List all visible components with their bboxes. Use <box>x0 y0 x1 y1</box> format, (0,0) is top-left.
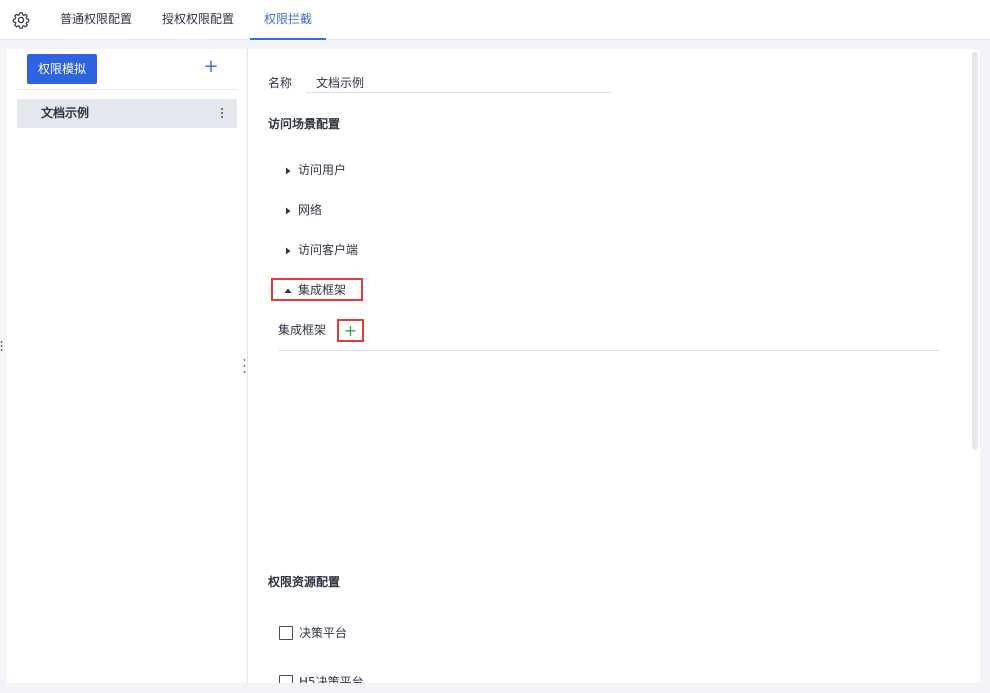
caret-right-icon <box>286 247 291 254</box>
plus-icon[interactable]: + <box>203 57 219 77</box>
name-input-underline <box>306 92 611 93</box>
checkbox[interactable] <box>279 625 293 640</box>
resource-checkbox-h5-decision-platform[interactable]: H5决策平台 <box>279 673 364 683</box>
checkbox[interactable] <box>279 674 293 683</box>
collapse-handle-icon[interactable] <box>0 340 3 352</box>
list-item-label: 文档示例 <box>41 106 90 120</box>
tab-grant-permission[interactable]: 授权权限配置 <box>162 0 234 40</box>
add-framework-button[interactable]: + <box>337 319 364 342</box>
tree-item-label: 访问用户 <box>298 163 347 177</box>
divider <box>278 350 940 351</box>
divider <box>17 89 237 90</box>
tree-item-access-client[interactable]: 访问客户端 <box>284 240 358 260</box>
tree-item-label: 网络 <box>298 203 323 217</box>
name-input[interactable]: 文档示例 <box>316 74 364 91</box>
caret-right-icon <box>286 167 291 174</box>
more-vertical-icon[interactable] <box>220 107 224 119</box>
list-item[interactable]: 文档示例 <box>17 99 237 128</box>
scene-config-title: 访问场景配置 <box>268 117 341 131</box>
tree-item-access-user[interactable]: 访问用户 <box>284 160 346 180</box>
name-label: 名称 <box>268 76 293 90</box>
tab-permission-intercept[interactable]: 权限拦截 <box>250 0 327 40</box>
gear-icon[interactable] <box>12 11 30 29</box>
left-panel: 权限模拟 + 文档示例 <box>7 49 247 683</box>
resource-checkbox-decision-platform[interactable]: 决策平台 <box>279 624 347 640</box>
checkbox-label: 决策平台 <box>299 626 348 640</box>
tree-item-network[interactable]: 网络 <box>284 200 322 220</box>
resource-config-title: 权限资源配置 <box>268 575 341 589</box>
top-tab-bar: 普通权限配置 授权权限配置 权限拦截 <box>0 0 990 40</box>
main-panel: 名称 文档示例 访问场景配置 访问用户 网络 访问客户端 集成框架 集成框架 +… <box>248 49 980 683</box>
caret-down-icon <box>284 288 292 293</box>
framework-sub-label: 集成框架 <box>278 323 327 337</box>
scrollbar[interactable] <box>972 52 978 450</box>
tab-normal-permission[interactable]: 普通权限配置 <box>60 0 132 40</box>
permission-simulate-button[interactable]: 权限模拟 <box>27 54 97 84</box>
tree-item-integration-framework[interactable]: 集成框架 <box>284 280 346 300</box>
caret-right-icon <box>286 207 291 214</box>
plus-icon: + <box>343 321 358 340</box>
tree-item-label: 集成框架 <box>298 283 347 297</box>
tree-item-label: 访问客户端 <box>298 243 359 257</box>
checkbox-label: H5决策平台 <box>299 675 364 683</box>
